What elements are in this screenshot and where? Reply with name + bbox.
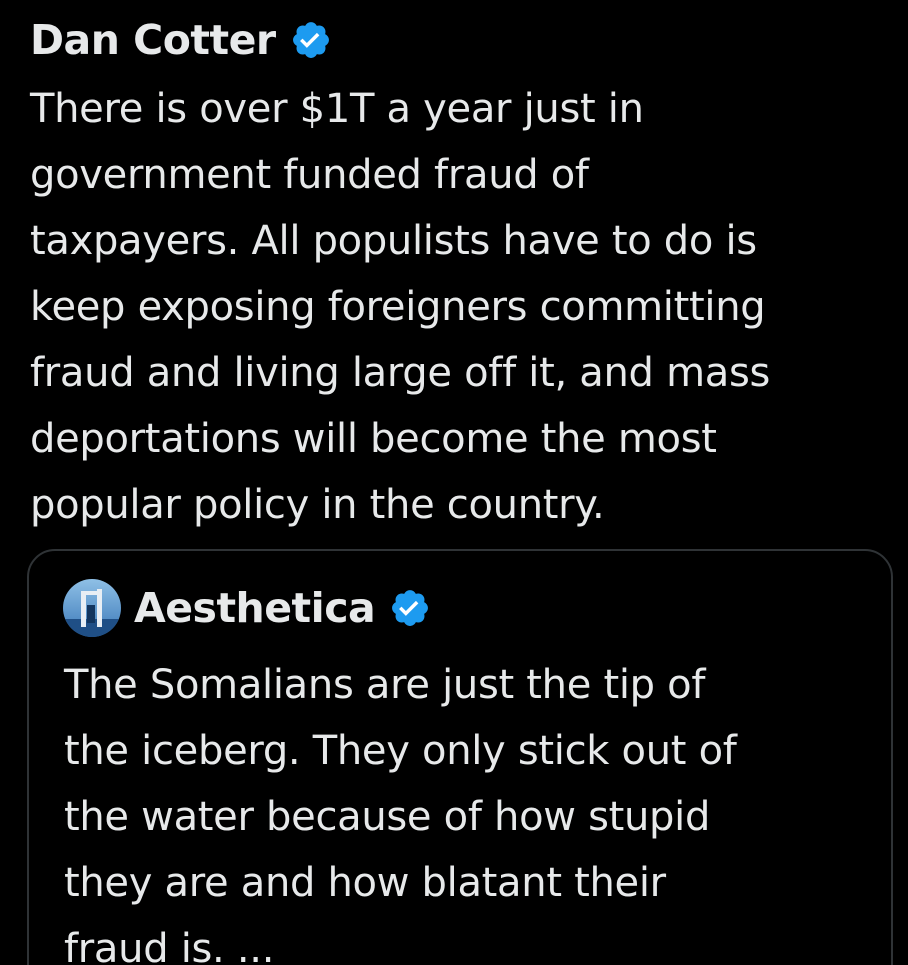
quoted-post-text: The Somalians are just the tip of the ic… xyxy=(64,652,884,965)
post-header: Dan Cotter xyxy=(30,14,332,66)
post-text-line: keep exposing foreigners committing xyxy=(30,284,766,330)
verified-badge-icon[interactable] xyxy=(290,19,332,61)
quoted-text-line: the water because of how stupid xyxy=(64,794,711,840)
verified-badge-icon[interactable] xyxy=(389,587,431,629)
author-name[interactable]: Dan Cotter xyxy=(30,16,276,64)
quoted-text-line: The Somalians are just the tip of xyxy=(64,662,706,708)
post-text-line: There is over $1T a year just in xyxy=(30,86,644,132)
quoted-post-card[interactable]: Aesthetica The Somalians are just the ti… xyxy=(27,549,893,965)
quoted-text-line: the iceberg. They only stick out of xyxy=(64,728,737,774)
quoted-text-line: fraud is. ... xyxy=(64,926,275,965)
post-text-line: government funded fraud of xyxy=(30,152,589,198)
quoted-text-line: they are and how blatant their xyxy=(64,860,666,906)
post-text-line: fraud and living large off it, and mass xyxy=(30,350,771,396)
post-text: There is over $1T a year just in governm… xyxy=(30,76,890,538)
post-text-line: deportations will become the most xyxy=(30,416,717,462)
post-text-line: popular policy in the country. xyxy=(30,482,605,528)
quoted-post-header: Aesthetica xyxy=(63,579,431,637)
post-text-line: taxpayers. All populists have to do is xyxy=(30,218,757,264)
post[interactable]: Dan Cotter There is over $1T a year just… xyxy=(0,0,908,965)
avatar[interactable] xyxy=(63,579,121,637)
quoted-author-name[interactable]: Aesthetica xyxy=(134,584,376,632)
